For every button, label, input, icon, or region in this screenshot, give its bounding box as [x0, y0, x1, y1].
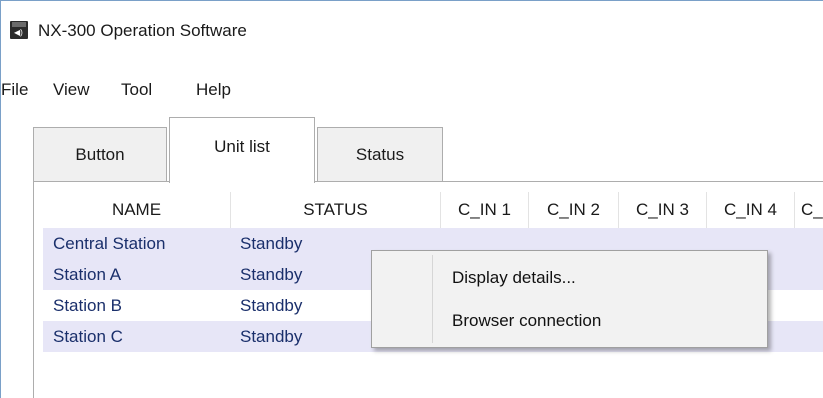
app-icon[interactable]: ◀) [10, 21, 28, 39]
cell-name: Station A [53, 265, 122, 284]
column-header-status[interactable]: STATUS [231, 192, 441, 228]
tab-button[interactable]: Button [33, 127, 167, 181]
tab-strip: Button Unit list Status [1, 117, 823, 185]
cell-status: Standby [240, 234, 303, 253]
column-header-c-in-3[interactable]: C_IN 3 [619, 192, 707, 228]
cell-status: Standby [240, 296, 303, 315]
menu-view[interactable]: View [53, 79, 90, 101]
title-bar: ◀) NX-300 Operation Software [1, 1, 823, 59]
cell-name: Station B [53, 296, 122, 315]
window-title: NX-300 Operation Software [38, 21, 247, 40]
menu-help[interactable]: Help [196, 79, 231, 101]
context-menu: Display details... Browser connection [371, 250, 768, 348]
column-header-c-in-4[interactable]: C_IN 4 [707, 192, 795, 228]
menu-tool[interactable]: Tool [121, 79, 152, 101]
menu-item-browser-connection[interactable]: Browser connection [452, 309, 601, 333]
table-header: NAME STATUS C_IN 1 C_IN 2 C_IN 3 C_IN 4 … [43, 192, 823, 228]
cell-name: Station C [53, 327, 123, 346]
cell-status: Standby [240, 327, 303, 346]
tab-unit-list-label: Unit list [214, 137, 270, 156]
cell-status: Standby [240, 265, 303, 284]
column-header-c-in-2[interactable]: C_IN 2 [529, 192, 619, 228]
tab-status-label: Status [355, 145, 405, 164]
tab-unit-list[interactable]: Unit list [169, 117, 315, 183]
menu-bar: File View Tool Help [1, 79, 823, 103]
column-header-c-in-5[interactable]: C_IN 5 [795, 192, 823, 228]
menu-file[interactable]: File [1, 79, 28, 101]
tab-status[interactable]: Status [317, 127, 443, 181]
cell-name: Central Station [53, 234, 166, 253]
tab-button-label: Button [75, 145, 125, 164]
column-header-name[interactable]: NAME [43, 192, 231, 228]
app-window: ◀) NX-300 Operation Software File View T… [0, 0, 823, 398]
context-menu-gutter [432, 255, 433, 343]
menu-item-display-details[interactable]: Display details... [452, 266, 576, 290]
column-header-c-in-1[interactable]: C_IN 1 [441, 192, 529, 228]
